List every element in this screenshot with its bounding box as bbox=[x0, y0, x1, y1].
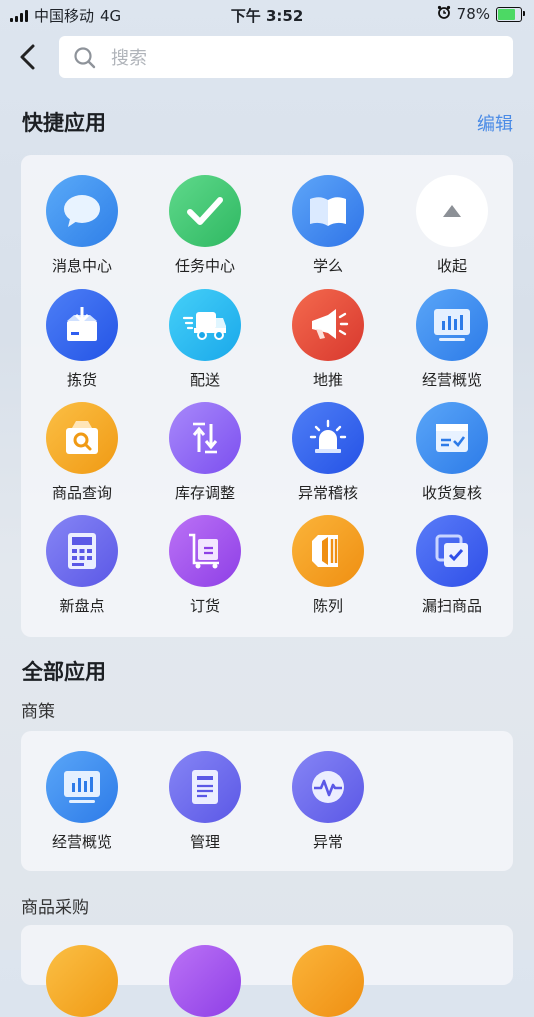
app-label: 订货 bbox=[189, 597, 220, 615]
app-ordering[interactable]: 订货 bbox=[150, 515, 260, 616]
box-download-icon bbox=[46, 289, 118, 361]
app-label: 收起 bbox=[436, 257, 467, 275]
app-exception[interactable]: 异常 bbox=[273, 751, 383, 852]
app-label: 拣货 bbox=[66, 371, 97, 389]
group-title-procurement: 商品采购 bbox=[21, 898, 89, 918]
battery-percent: 78% bbox=[456, 5, 490, 23]
app-missed-scan[interactable]: 漏扫商品 bbox=[397, 515, 507, 616]
app-label: 地推 bbox=[312, 371, 343, 389]
back-button[interactable] bbox=[14, 40, 44, 74]
app-ground-promotion[interactable]: 地推 bbox=[273, 289, 383, 390]
app-task-center[interactable]: 任务中心 bbox=[150, 175, 260, 276]
app-label: 配送 bbox=[189, 371, 220, 389]
cart-order-icon bbox=[169, 515, 241, 587]
group-title-shangce: 商策 bbox=[21, 702, 55, 722]
app-procurement-2[interactable] bbox=[150, 945, 260, 1017]
search-input[interactable] bbox=[109, 36, 493, 80]
status-right: 78% bbox=[437, 5, 525, 23]
app-label: 异常 bbox=[312, 833, 343, 851]
app-label: 收货复核 bbox=[421, 484, 482, 502]
document-icon bbox=[169, 751, 241, 823]
app-label: 库存调整 bbox=[174, 484, 235, 502]
up-down-arrows-icon bbox=[169, 402, 241, 474]
receipt-check-icon bbox=[416, 402, 488, 474]
app-label: 任务中心 bbox=[174, 257, 235, 275]
app-inventory-adjust[interactable]: 库存调整 bbox=[150, 402, 260, 503]
all-apps-title: 全部应用 bbox=[22, 660, 106, 684]
app-business-overview-2[interactable]: 经营概览 bbox=[27, 751, 137, 852]
app-icon bbox=[46, 945, 118, 1017]
app-business-overview[interactable]: 经营概览 bbox=[397, 289, 507, 390]
pulse-icon bbox=[292, 751, 364, 823]
app-collapse[interactable]: 收起 bbox=[397, 175, 507, 276]
search-bar[interactable] bbox=[59, 36, 513, 80]
bar-chart-monitor-icon bbox=[46, 751, 118, 823]
app-xueme[interactable]: 学么 bbox=[273, 175, 383, 276]
app-icon bbox=[292, 945, 364, 1017]
missed-scan-icon bbox=[416, 515, 488, 587]
app-label: 管理 bbox=[189, 833, 220, 851]
battery-icon bbox=[496, 6, 525, 22]
app-picking[interactable]: 拣货 bbox=[27, 289, 137, 390]
app-label: 商品查询 bbox=[51, 484, 112, 502]
app-message-center[interactable]: 消息中心 bbox=[27, 175, 137, 276]
app-product-query[interactable]: 商品查询 bbox=[27, 402, 137, 503]
app-icon bbox=[169, 945, 241, 1017]
checkmark-icon bbox=[169, 175, 241, 247]
app-label: 陈列 bbox=[312, 597, 343, 615]
calculator-icon bbox=[46, 515, 118, 587]
app-label: 新盘点 bbox=[59, 597, 105, 615]
app-label: 经营概览 bbox=[51, 833, 112, 851]
collapse-arrow-icon bbox=[416, 175, 488, 247]
app-label: 消息中心 bbox=[51, 257, 112, 275]
alarm-clock-icon bbox=[437, 5, 451, 23]
edit-button[interactable]: 编辑 bbox=[477, 110, 513, 136]
app-label: 经营概览 bbox=[421, 371, 482, 389]
book-icon bbox=[292, 175, 364, 247]
product-search-icon bbox=[46, 402, 118, 474]
search-icon bbox=[74, 47, 96, 69]
megaphone-icon bbox=[292, 289, 364, 361]
quick-apps-card: 消息中心 任务中心 学么 收起 拣货 配送 地推 经营概览 商品查询 库存调整 … bbox=[21, 155, 513, 637]
chevron-left-icon bbox=[20, 44, 35, 70]
shelf-display-icon bbox=[292, 515, 364, 587]
app-label: 异常稽核 bbox=[297, 484, 358, 502]
app-label: 漏扫商品 bbox=[421, 597, 482, 615]
app-display[interactable]: 陈列 bbox=[273, 515, 383, 616]
message-bubble-icon bbox=[46, 175, 118, 247]
app-delivery[interactable]: 配送 bbox=[150, 289, 260, 390]
alarm-light-icon bbox=[292, 402, 364, 474]
delivery-truck-icon bbox=[169, 289, 241, 361]
bar-chart-monitor-icon bbox=[416, 289, 488, 361]
app-receipt-review[interactable]: 收货复核 bbox=[397, 402, 507, 503]
status-bar: 中国移动 4G 下午 3:52 78% bbox=[0, 0, 534, 28]
group-card-shangce: 经营概览 管理 异常 bbox=[21, 731, 513, 871]
group-card-procurement bbox=[21, 925, 513, 1017]
app-label: 学么 bbox=[312, 257, 343, 275]
app-exception-audit[interactable]: 异常稽核 bbox=[273, 402, 383, 503]
app-procurement-1[interactable] bbox=[27, 945, 137, 1017]
app-new-stocktake[interactable]: 新盘点 bbox=[27, 515, 137, 616]
app-procurement-3[interactable] bbox=[273, 945, 383, 1017]
quick-apps-title: 快捷应用 bbox=[22, 111, 106, 135]
app-management[interactable]: 管理 bbox=[150, 751, 260, 852]
